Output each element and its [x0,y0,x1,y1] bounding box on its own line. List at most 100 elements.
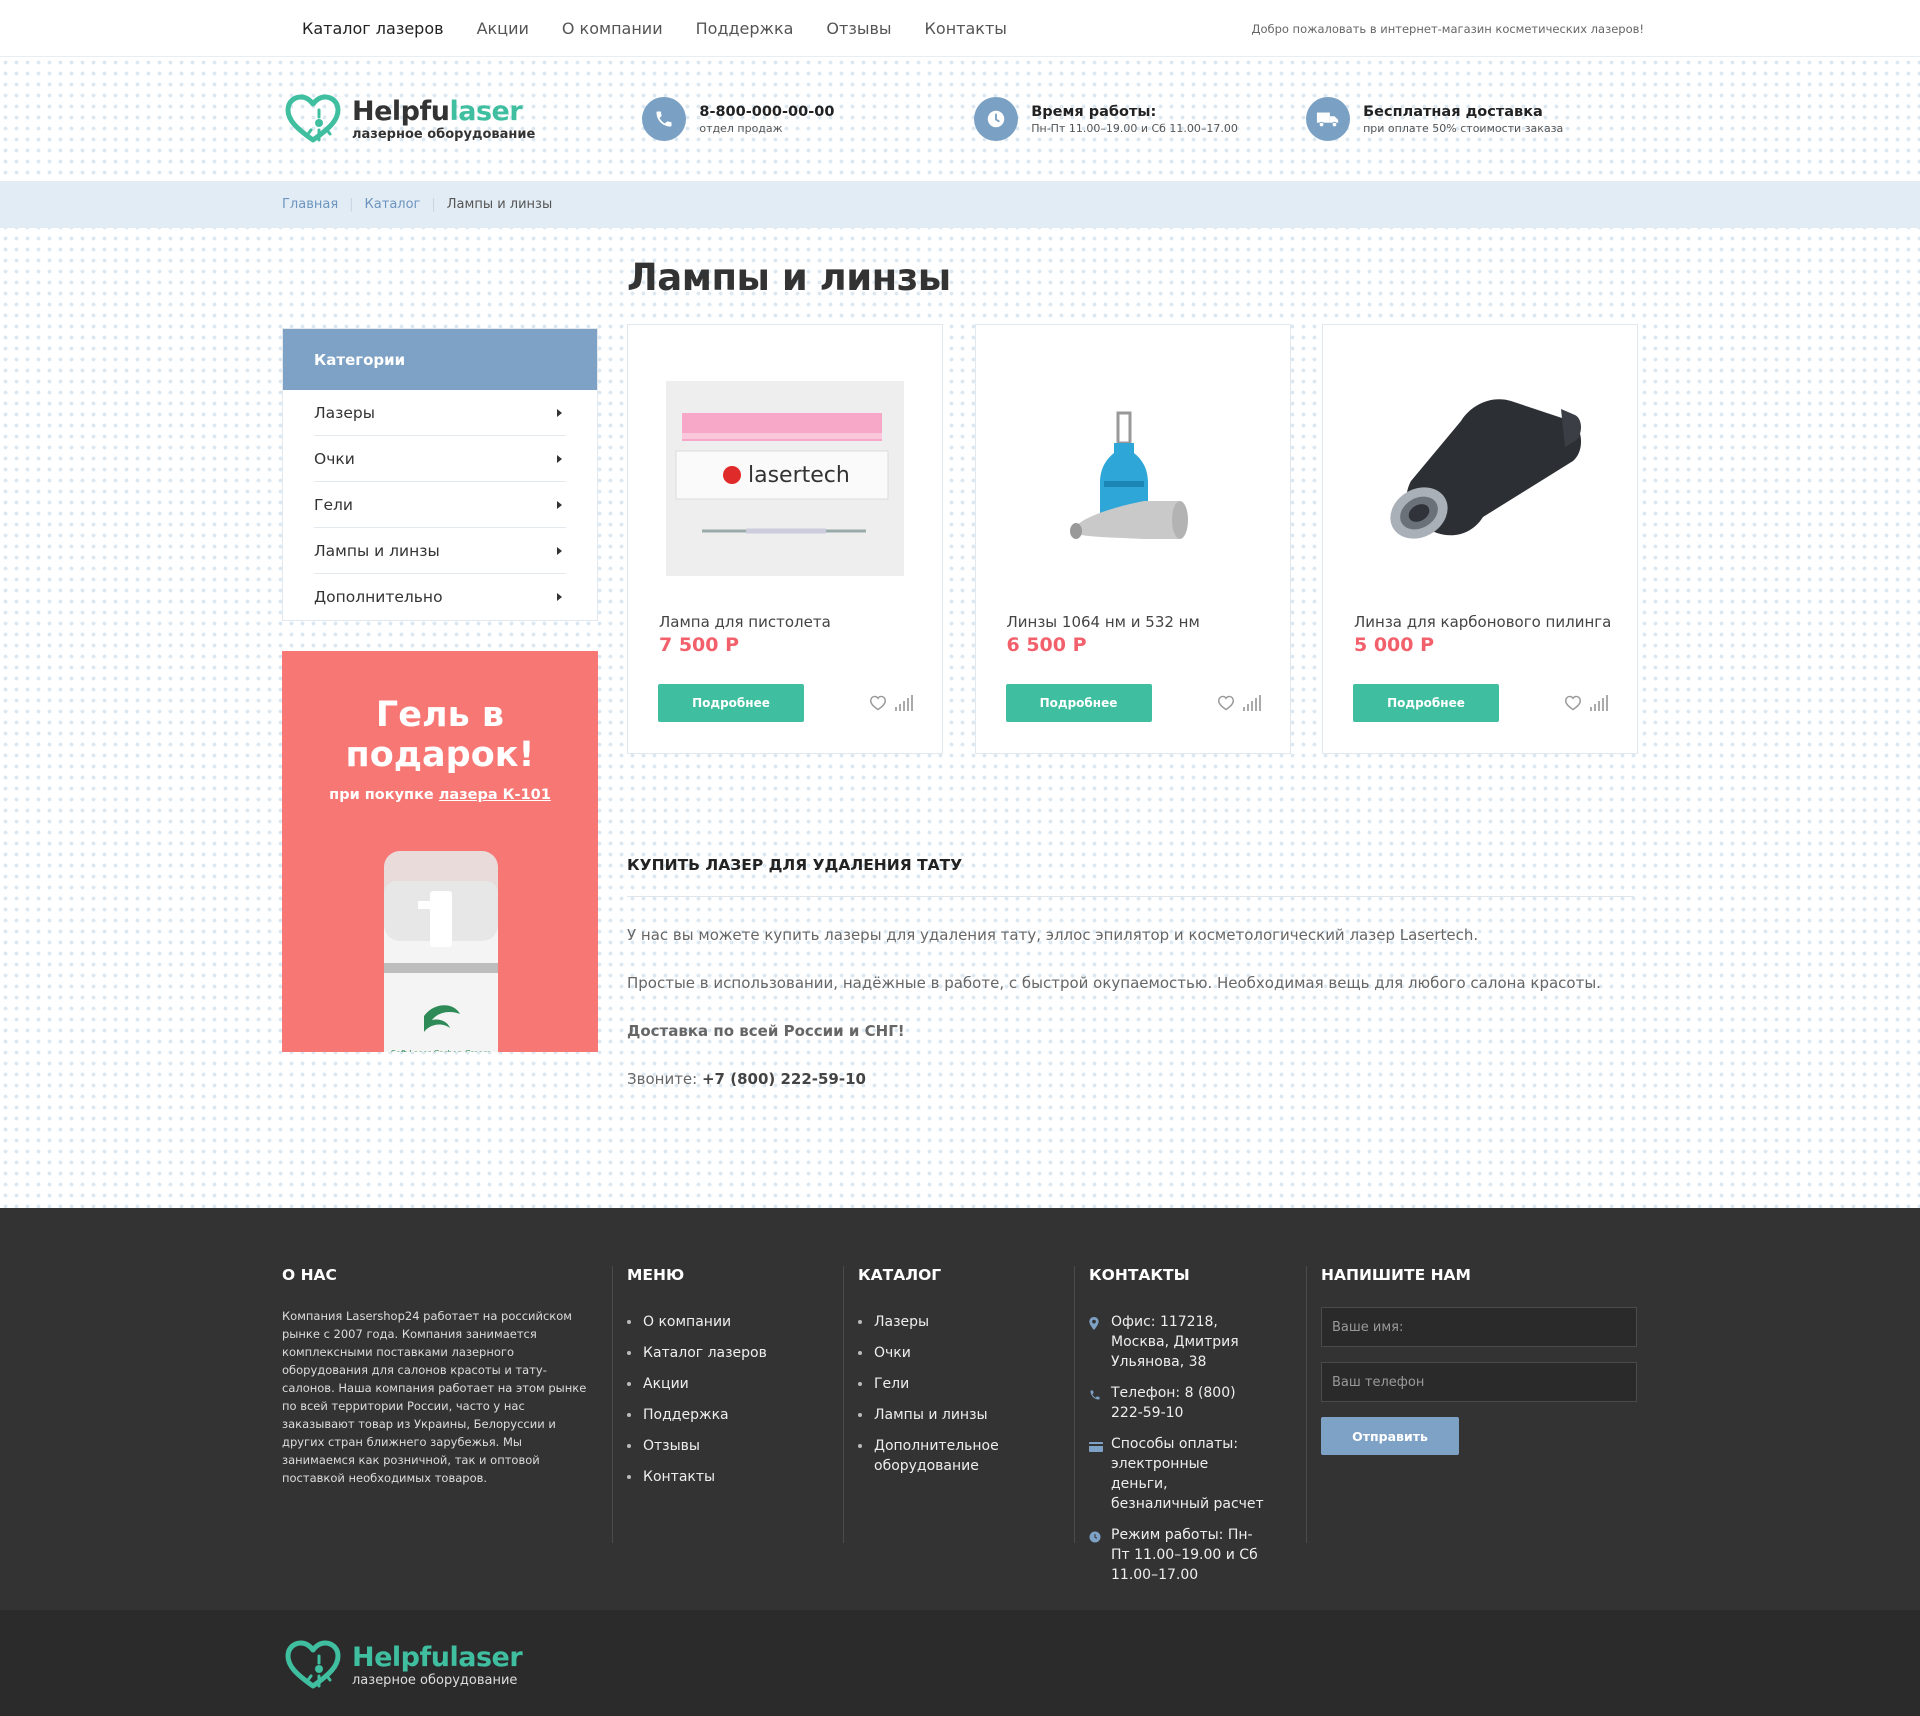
product-name[interactable]: Линза для карбонового пилинга [1354,613,1611,631]
compare-icon[interactable] [895,695,913,711]
nav-reviews[interactable]: Отзывы [826,19,891,38]
details-button[interactable]: Подробнее [658,684,804,722]
breadcrumb-home[interactable]: Главная [282,197,338,212]
main-content: Категории Лазеры Очки Гели Лампы и линзы… [0,228,1920,1208]
footer-catalog-item[interactable]: Дополнительное оборудование [858,1436,1008,1476]
header-phone: 8-800-000-00-00 отдел продаж [642,97,974,141]
nav-support[interactable]: Поддержка [696,19,794,38]
contact-phone[interactable]: Телефон: 8 (800) 222-59-10 [1089,1383,1269,1423]
footer-menu-item[interactable]: Поддержка [627,1405,843,1425]
contact-payment: Способы оплаты: электронные деньги, безн… [1089,1434,1269,1514]
nav-about[interactable]: О компании [562,19,663,38]
footer-catalog-item[interactable]: Гели [858,1374,1008,1394]
content-area: Лампы и линзы lasertech Лампа для пистол… [627,228,1638,1089]
product-card[interactable]: lasertech Лампа для пистолета 7 500 Р По… [627,324,943,754]
chevron-right-icon [557,593,562,601]
heart-icon[interactable] [869,695,887,711]
footer-contact-form: НАПИШИТЕ НАМ Отправить [1306,1266,1637,1543]
footer-form-title: НАПИШИТЕ НАМ [1321,1266,1471,1284]
footer-contacts-title: КОНТАКТЫ [1089,1266,1190,1284]
page-title: Лампы и линзы [627,256,951,299]
sales-phone[interactable]: 8-800-000-00-00 [699,103,834,121]
site-footer: О НАС Компания Lasershop24 работает на р… [0,1208,1920,1610]
contact-address: Офис: 117218, Москва, Дмитрия Ульянова, … [1089,1312,1269,1372]
map-pin-icon [1089,1312,1111,1372]
svg-text:Soft Laser Carbon Cream: Soft Laser Carbon Cream [391,1049,491,1052]
footer-menu-item[interactable]: Отзывы [627,1436,843,1456]
breadcrumb-separator: | [431,197,436,212]
footer-catalog-title: КАТАЛОГ [858,1266,942,1284]
logo-name: Helpfulaser [352,1641,523,1673]
footer-menu-item[interactable]: Акции [627,1374,843,1394]
category-gels[interactable]: Гели [314,482,566,528]
breadcrumb-catalog[interactable]: Каталог [365,197,421,212]
product-name[interactable]: Лампа для пистолета [659,613,831,631]
phone-icon [642,97,687,141]
footer-logo[interactable]: Helpfulaser лазерное оборудование [282,1636,649,1694]
product-image[interactable] [1361,381,1599,576]
sales-phone-caption: отдел продаж [699,121,783,135]
phone-icon [1089,1383,1111,1423]
product-price: 7 500 Р [659,634,740,656]
product-card[interactable]: Линза для карбонового пилинга 5 000 Р По… [1322,324,1638,754]
chevron-right-icon [557,546,562,555]
details-button[interactable]: Подробнее [1005,684,1152,722]
footer-catalog-item[interactable]: Лазеры [858,1312,1008,1332]
logo-tagline: лазерное оборудование [352,126,536,142]
delivery-note: при оплате 50% стоимости заказа [1363,121,1564,135]
send-button[interactable]: Отправить [1321,1417,1459,1455]
categories-menu: Категории Лазеры Очки Гели Лампы и линзы… [282,328,598,621]
product-image[interactable] [1013,381,1252,576]
category-lasers[interactable]: Лазеры [314,390,566,436]
heart-logo-icon [282,90,344,148]
footer-menu-title: МЕНЮ [627,1266,685,1284]
clock-icon [974,97,1019,141]
footer-menu-item[interactable]: О компании [627,1312,843,1332]
chevron-right-icon [557,408,562,417]
product-name[interactable]: Линзы 1064 нм и 532 нм [1007,613,1200,631]
category-lamps-lenses[interactable]: Лампы и линзы [314,528,566,574]
contact-hours: Режим работы: Пн-Пт 11.00–19.00 и Сб 11.… [1089,1525,1269,1585]
heart-icon[interactable] [1217,695,1235,711]
footer-bottom: Helpfulaser лазерное оборудование [0,1610,1920,1716]
logo-tagline: лазерное оборудование [352,1672,518,1688]
footer-menu-item[interactable]: Каталог лазеров [627,1343,843,1363]
footer-about-text: Компания Lasershop24 работает на российс… [282,1309,587,1485]
breadcrumb-separator: | [349,197,354,212]
promo-link[interactable]: лазера К-101 [439,787,551,803]
footer-catalog-item[interactable]: Очки [858,1343,1008,1363]
nav-promotions[interactable]: Акции [477,19,529,38]
footer-catalog: КАТАЛОГ Лазеры Очки Гели Лампы и линзы Д… [843,1266,1074,1543]
product-card[interactable]: Линзы 1064 нм и 532 нм 6 500 Р Подробнее [974,324,1291,754]
promo-banner[interactable]: Гель в подарок! при покупке лазера К-101 … [282,651,598,1052]
compare-icon[interactable] [1242,695,1261,711]
heart-logo-icon [282,1636,344,1694]
product-grid: lasertech Лампа для пистолета 7 500 Р По… [627,324,1638,754]
name-input[interactable] [1321,1307,1637,1347]
delivery-note: Доставка по всей России и СНГ! [627,1022,905,1040]
header-area: Helpfulaser лазерное оборудование 8-800-… [0,57,1920,1208]
footer-about: О НАС Компания Lasershop24 работает на р… [282,1266,612,1543]
details-button[interactable]: Подробнее [1353,684,1499,722]
category-additional[interactable]: Дополнительно [314,574,566,620]
gel-bottle-image: Soft Laser Carbon Cream [384,851,498,1052]
compare-icon[interactable] [1590,695,1608,711]
footer-menu: МЕНЮ О компании Каталог лазеров Акции По… [612,1266,843,1543]
delivery-title: Бесплатная доставка [1363,103,1543,120]
site-logo[interactable]: Helpfulaser лазерное оборудование [282,90,642,148]
footer-menu-item[interactable]: Контакты [627,1467,843,1487]
category-glasses[interactable]: Очки [314,436,566,482]
call-phone[interactable]: +7 (800) 222-59-10 [702,1070,866,1088]
footer-contacts: КОНТАКТЫ Офис: 117218, Москва, Дмитрия У… [1074,1266,1306,1583]
footer-catalog-item[interactable]: Лампы и линзы [858,1405,1008,1425]
product-image[interactable]: lasertech [666,381,904,576]
phone-input[interactable] [1321,1362,1637,1402]
logo-name: Helpfulaser [352,95,523,127]
product-price: 6 500 Р [1006,634,1087,656]
header-delivery: Бесплатная доставка при оплате 50% стоим… [1306,97,1638,141]
nav-catalog[interactable]: Каталог лазеров [302,19,444,38]
nav-contacts[interactable]: Контакты [925,19,1007,38]
heart-icon[interactable] [1564,695,1582,711]
seo-paragraph: Простые в использовании, надёжные в рабо… [627,974,1601,992]
hours-title: Время работы: [1031,103,1157,120]
